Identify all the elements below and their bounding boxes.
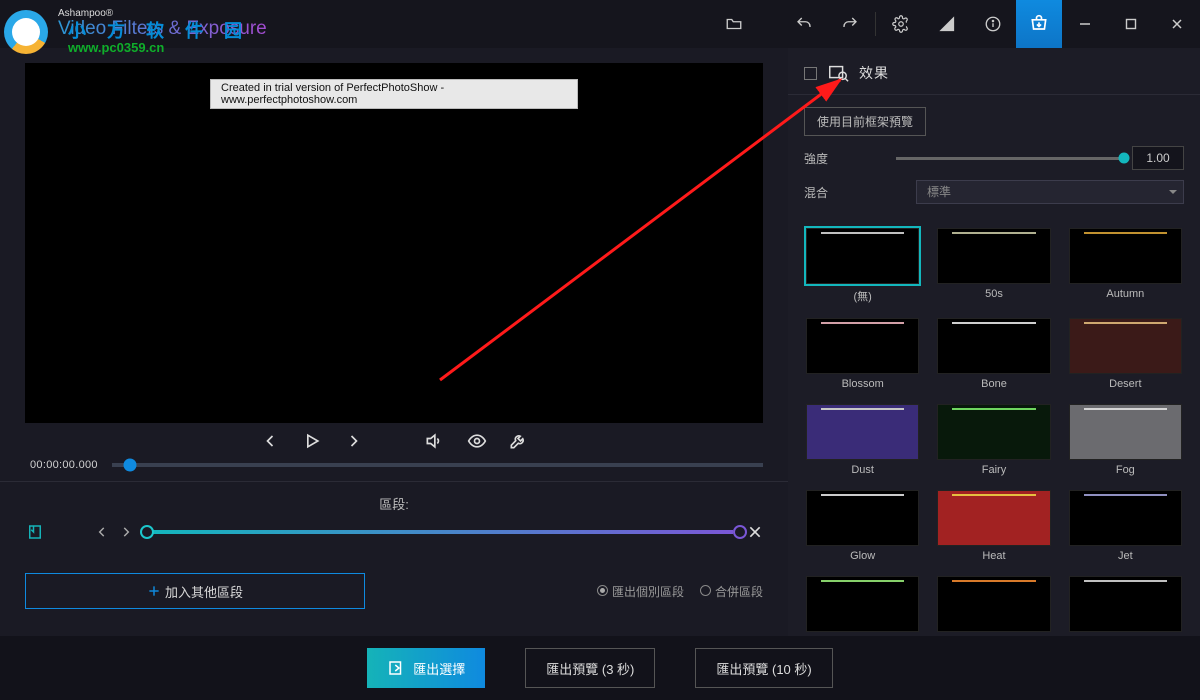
trial-watermark: Created in trial version of PerfectPhoto…	[210, 79, 578, 109]
timecode: 00:00:00.000	[30, 459, 98, 471]
watermark-url: www.pc0359.cn	[68, 40, 164, 55]
effect-dust[interactable]: Dust	[806, 404, 919, 476]
effect-heat[interactable]: Heat	[937, 490, 1050, 562]
blend-select[interactable]: 標準	[916, 180, 1184, 204]
next-frame-button[interactable]	[344, 431, 364, 451]
strength-value[interactable]: 1.00	[1132, 146, 1184, 170]
app-window: Ashampoo® Video Filters & Exposure 小 方 软…	[0, 0, 1200, 700]
effect-fog[interactable]: Fog	[1069, 404, 1182, 476]
effect-fairy[interactable]: Fairy	[937, 404, 1050, 476]
segment-remove-button[interactable]	[747, 524, 763, 540]
info-button[interactable]	[970, 0, 1016, 48]
undo-button[interactable]	[781, 0, 827, 48]
player-controls	[25, 423, 763, 457]
blend-label: 混合	[804, 184, 856, 201]
use-frame-preview-button[interactable]: 使用目前框架預覽	[804, 107, 926, 136]
export-preview-3s-button[interactable]: 匯出預覽 (3 秒)	[525, 648, 655, 688]
footer-bar: 匯出選擇 匯出預覽 (3 秒) 匯出預覽 (10 秒)	[0, 636, 1200, 700]
add-segment-label: 加入其他區段	[165, 582, 243, 601]
effect-autumn[interactable]: Autumn	[1069, 228, 1182, 304]
shop-button[interactable]	[1016, 0, 1062, 48]
effect-bone[interactable]: Bone	[937, 318, 1050, 390]
effect-jungle[interactable]: Jungle	[806, 576, 919, 636]
minimize-button[interactable]	[1062, 0, 1108, 48]
left-pane: Created in trial version of PerfectPhoto…	[0, 48, 788, 636]
export-selection-button[interactable]: 匯出選擇	[367, 648, 485, 688]
effects-panel-title: 效果	[859, 63, 889, 83]
effect-jet[interactable]: Jet	[1069, 490, 1182, 562]
effects-grid: (無)50sAutumn BlossomBone Desert DustFairy Fo…	[788, 220, 1200, 636]
maximize-button[interactable]	[1108, 0, 1154, 48]
visibility-button[interactable]	[466, 431, 486, 451]
effect-lava[interactable]: Lava	[937, 576, 1050, 636]
effect-mono1[interactable]: Mono1	[1069, 576, 1182, 636]
titlebar: Ashampoo® Video Filters & Exposure 小 方 软…	[0, 0, 1200, 48]
segment-area: 區段:	[0, 481, 788, 551]
theme-button[interactable]	[924, 0, 970, 48]
export-preview-10s-button[interactable]: 匯出預覽 (10 秒)	[695, 648, 832, 688]
watermark-logo	[4, 10, 62, 54]
tools-button[interactable]	[508, 431, 528, 451]
video-preview: Created in trial version of PerfectPhoto…	[25, 63, 763, 423]
settings-button[interactable]	[878, 0, 924, 48]
segment-range-slider[interactable]	[147, 530, 733, 534]
open-folder-button[interactable]	[711, 0, 757, 48]
play-button[interactable]	[302, 431, 322, 451]
strength-label: 強度	[804, 150, 856, 167]
effect-glow[interactable]: Glow	[806, 490, 919, 562]
export-mode-group: 匯出個別區段 合併區段	[597, 583, 763, 600]
effect-50s[interactable]: 50s	[937, 228, 1050, 304]
segment-next-button[interactable]	[119, 525, 133, 539]
effect-desert[interactable]: Desert	[1069, 318, 1182, 390]
prev-frame-button[interactable]	[260, 431, 280, 451]
close-button[interactable]	[1154, 0, 1200, 48]
effect-無[interactable]: (無)	[806, 228, 919, 304]
effect-blossom[interactable]: Blossom	[806, 318, 919, 390]
export-merge-radio[interactable]: 合併區段	[700, 583, 763, 600]
strength-slider[interactable]	[896, 157, 1124, 160]
effects-magnify-icon	[827, 62, 849, 84]
effects-enable-checkbox[interactable]	[804, 67, 817, 80]
playhead-slider[interactable]	[112, 463, 763, 467]
volume-button[interactable]	[424, 431, 444, 451]
segment-bookmark-button[interactable]	[25, 523, 45, 541]
export-individual-radio[interactable]: 匯出個別區段	[597, 583, 684, 600]
add-segment-button[interactable]: 加入其他區段	[25, 573, 365, 609]
redo-button[interactable]	[827, 0, 873, 48]
segment-prev-button[interactable]	[95, 525, 109, 539]
segment-title: 區段:	[25, 494, 763, 513]
effects-panel: 效果 使用目前框架預覽 強度 1.00 混合 標準 (無)50sAutumn Bl…	[788, 48, 1200, 636]
